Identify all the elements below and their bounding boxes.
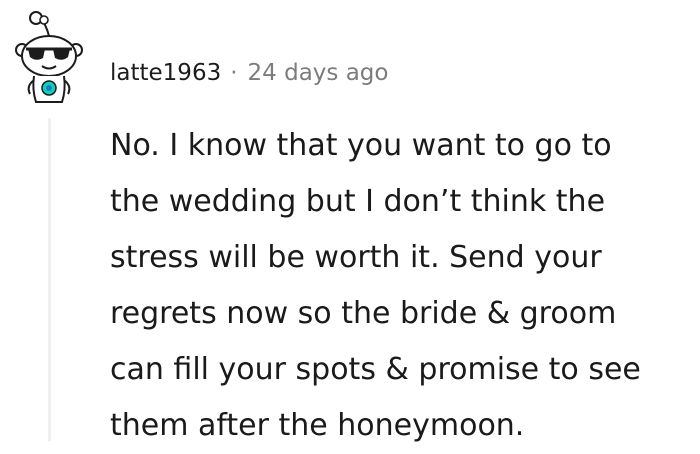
- snoo-sunglasses-avatar-icon[interactable]: [14, 10, 84, 110]
- comment-meta: latte1963 · 24 days ago: [110, 56, 388, 90]
- timestamp-link[interactable]: 24 days ago: [248, 60, 389, 86]
- comment-body-line: them after the honeymoon.: [110, 408, 525, 443]
- meta-separator: ·: [230, 60, 238, 86]
- comment-body-line: No. I know that you want to go to: [110, 128, 612, 163]
- thread-line[interactable]: [48, 118, 51, 441]
- comment-body-line: can fill your spots & promise to see: [110, 352, 641, 387]
- comment: latte1963 · 24 days ago No. I know that …: [0, 0, 700, 443]
- username-link[interactable]: latte1963: [110, 60, 221, 86]
- comment-body: No. I know that you want to go to the we…: [110, 118, 690, 454]
- comment-body-line: the wedding but I don’t think the: [110, 184, 606, 219]
- comment-body-line: regrets now so the bride & groom: [110, 296, 617, 331]
- comment-body-line: stress will be worth it. Send your: [110, 240, 602, 275]
